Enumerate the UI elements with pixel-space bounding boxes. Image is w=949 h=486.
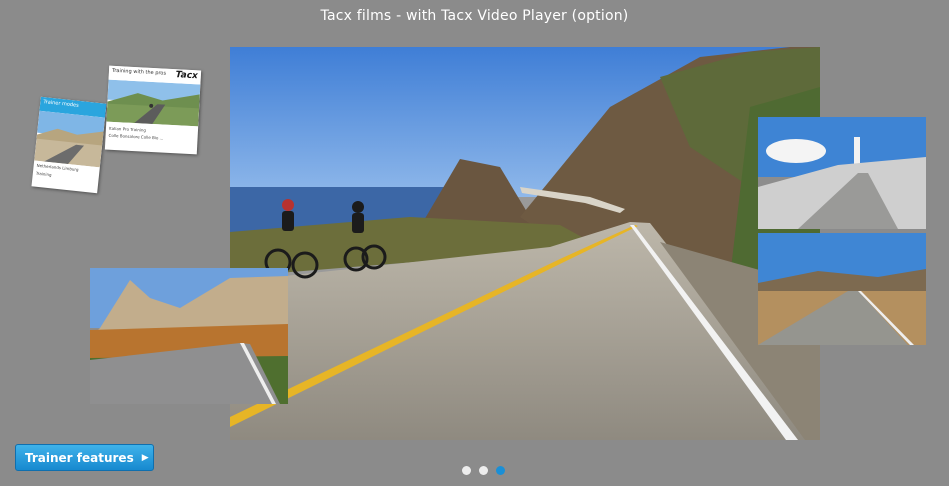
trainer-features-button[interactable]: Trainer features ▶ <box>15 444 154 471</box>
dvd-back-caption: Training <box>35 170 52 178</box>
dvd-front-caption: Colle Bonsalore Colle Bio ... <box>108 132 164 141</box>
page-title: Tacx films - with Tacx Video Player (opt… <box>320 8 629 24</box>
dvd-cover-trainer-modes[interactable]: Trainer modes Netherlands Limburg Traini… <box>31 96 107 194</box>
arrow-right-icon: ▶ <box>141 452 149 463</box>
carousel-dot-1[interactable] <box>462 466 471 475</box>
carousel-pagination <box>462 466 505 475</box>
dvd-front-title: Training with the pros <box>111 67 167 77</box>
carousel-dot-3[interactable] <box>496 466 505 475</box>
dvd-back-image <box>34 110 106 168</box>
dvd-front-subtitle: Italian Pro Training <box>108 125 147 133</box>
carousel-dot-2[interactable] <box>479 466 488 475</box>
dvd-front-image <box>106 79 201 127</box>
hero-photo-cyclists-coastal-road <box>230 47 820 440</box>
dvd-back-title: Trainer modes <box>43 99 79 109</box>
trainer-features-label: Trainer features <box>25 450 134 465</box>
dvd-cover-training-with-the-pros[interactable]: Training with the pros Tacx Italian Pro … <box>104 65 202 155</box>
thumbnail-countryside-road[interactable] <box>758 233 926 345</box>
thumbnail-mont-ventoux[interactable] <box>758 117 926 229</box>
tacx-logo: Tacx <box>175 70 199 82</box>
thumbnail-dolomites-road[interactable] <box>90 268 288 404</box>
